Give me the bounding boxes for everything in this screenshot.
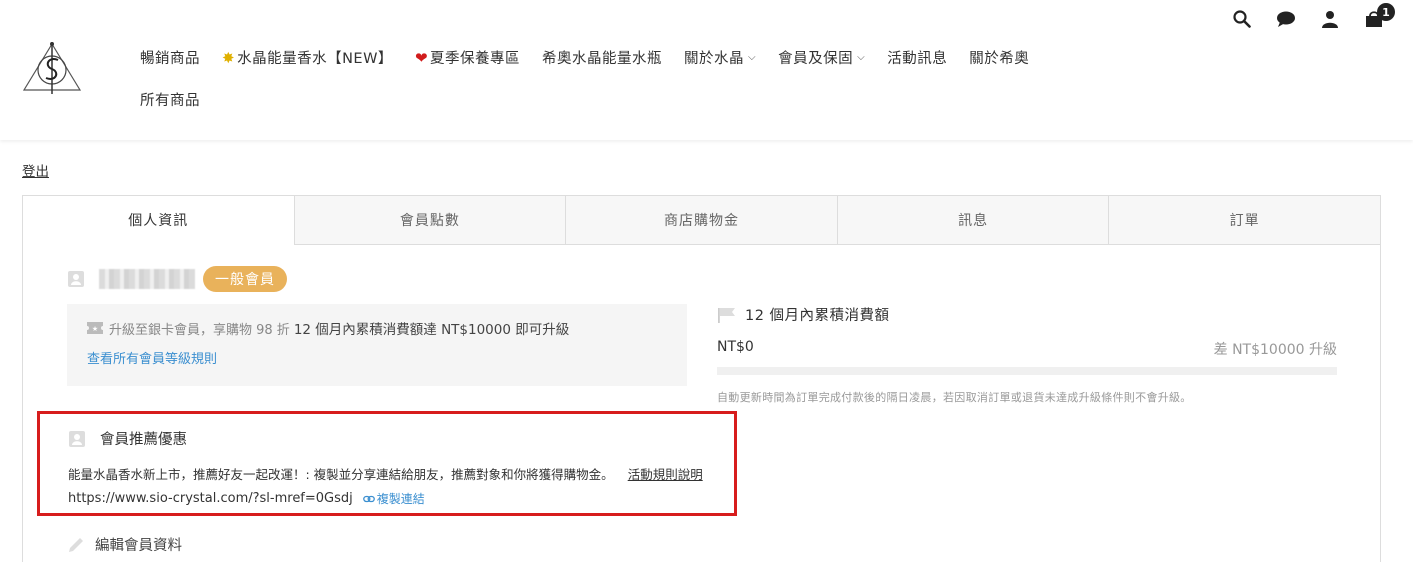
spend-title-row: 12 個月內累積消費額	[717, 304, 1337, 325]
nav-events[interactable]: 活動訊息	[887, 47, 947, 68]
spend-progress-bar	[717, 367, 1337, 375]
sparkle-icon: ✸	[222, 48, 236, 67]
nav-membership[interactable]: 會員及保固 ⌵	[778, 47, 865, 68]
spend-note: 自動更新時間為訂單完成付款後的隔日凌晨，若因取消訂單或退貨未達成升級條件則不會升…	[717, 391, 1192, 404]
member-summary: 一般會員	[67, 266, 287, 292]
referral-title-row: 會員推薦優惠	[68, 428, 706, 449]
edit-profile-row[interactable]: 編輯會員資料	[67, 534, 182, 555]
edit-profile-label: 編輯會員資料	[95, 538, 182, 554]
referral-title: 會員推薦優惠	[100, 432, 187, 448]
user-icon[interactable]	[1319, 8, 1341, 30]
referral-rules-link[interactable]: 活動規則說明	[628, 464, 703, 483]
nav-about-crystal[interactable]: 關於水晶 ⌵	[684, 47, 756, 68]
profile-card-icon	[68, 430, 86, 448]
tab-orders[interactable]: 訂單	[1108, 196, 1380, 245]
nav-label: 活動訊息	[887, 51, 948, 67]
referral-text-row: 能量水晶香水新上市，推薦好友一起改運！: 複製並分享連結給朋友，推薦對象和你將獲…	[68, 464, 706, 483]
tab-messages[interactable]: 訊息	[836, 196, 1109, 245]
spend-values: NT$0 差 NT$10000 升級	[717, 339, 1337, 359]
main-nav: 暢銷商品 ✸ 水晶能量香水【NEW】 ❤ 夏季保養專區 希奧水晶能量水瓶 關於水…	[140, 47, 1051, 68]
nav-bestsellers[interactable]: 暢銷商品	[140, 47, 200, 68]
spend-summary: 12 個月內累積消費額 NT$0 差 NT$10000 升級 自動更新時間為訂單…	[717, 304, 1337, 405]
spend-title: 12 個月內累積消費額	[745, 308, 890, 324]
chat-icon[interactable]	[1275, 8, 1297, 30]
search-icon[interactable]	[1231, 8, 1253, 30]
nav-label: 水晶能量香水【NEW】	[237, 51, 393, 67]
referral-url-row: https://www.sio-crystal.com/?sl-mref=0Gs…	[68, 490, 706, 507]
svg-text:★: ★	[92, 325, 98, 333]
membership-rules-link[interactable]: 查看所有會員等級規則	[87, 348, 667, 367]
nav-perfume[interactable]: ✸ 水晶能量香水【NEW】	[222, 47, 393, 68]
heart-icon: ❤	[414, 48, 429, 67]
cart-icon[interactable]: 1	[1363, 3, 1395, 30]
tab-store-credit[interactable]: 商店購物金	[565, 196, 837, 245]
member-panel: 個人資訊 會員點數 商店購物金 訊息 訂單 一般會員 ★ 升級至銀卡會員，享購物…	[22, 195, 1381, 562]
nav-water-bottle[interactable]: 希奧水晶能量水瓶	[542, 47, 662, 68]
site-header: 暢銷商品 ✸ 水晶能量香水【NEW】 ❤ 夏季保養專區 希奧水晶能量水瓶 關於水…	[0, 0, 1413, 140]
upgrade-benefit: 升級至銀卡會員，享購物 98 折	[109, 322, 290, 338]
referral-description: 能量水晶香水新上市，推薦好友一起改運！: 複製並分享連結給朋友，推薦對象和你將獲…	[68, 467, 614, 482]
tab-points[interactable]: 會員點數	[293, 196, 566, 245]
spend-current: NT$0	[717, 339, 754, 355]
header-actions: 1	[1209, 3, 1395, 30]
nav-label: 夏季保養專區	[430, 51, 521, 67]
referral-section: 會員推薦優惠 能量水晶香水新上市，推薦好友一起改運！: 複製並分享連結給朋友，推…	[37, 411, 737, 516]
nav-label: 關於希奧	[969, 51, 1030, 67]
copy-link-button[interactable]: 複製連結	[362, 490, 425, 507]
upgrade-condition: 12 個月內累積消費額達 NT$10000 即可升級	[293, 322, 570, 338]
chevron-down-icon: ⌵	[748, 52, 757, 63]
link-icon	[362, 494, 375, 504]
nav-all-products[interactable]: 所有商品	[140, 89, 200, 110]
chevron-down-icon: ⌵	[857, 52, 866, 63]
ticket-icon: ★	[87, 322, 103, 334]
flag-icon	[717, 307, 737, 323]
nav-label: 關於水晶	[684, 51, 745, 67]
nav-label: 會員及保固	[778, 51, 854, 67]
pencil-icon	[67, 536, 85, 554]
tab-profile[interactable]: 個人資訊	[23, 196, 294, 245]
cart-count-badge: 1	[1377, 3, 1395, 21]
member-tabs: 個人資訊 會員點數 商店購物金 訊息 訂單	[23, 196, 1380, 245]
nav-label: 所有商品	[140, 93, 200, 109]
member-name-blurred	[99, 269, 195, 289]
site-logo[interactable]	[20, 40, 84, 96]
nav-about-us[interactable]: 關於希奧	[969, 47, 1029, 68]
upgrade-line: ★ 升級至銀卡會員，享購物 98 折 12 個月內累積消費額達 NT$10000…	[87, 318, 667, 338]
nav-summer-care[interactable]: ❤ 夏季保養專區	[415, 47, 520, 68]
nav-label: 希奧水晶能量水瓶	[542, 51, 663, 67]
nav-label: 暢銷商品	[140, 51, 200, 67]
profile-card-icon	[67, 270, 85, 288]
copy-link-label: 複製連結	[376, 492, 425, 506]
logout-link[interactable]: 登出	[22, 160, 49, 180]
upgrade-info-box: ★ 升級至銀卡會員，享購物 98 折 12 個月內累積消費額達 NT$10000…	[67, 304, 687, 386]
main-nav-row2: 所有商品	[140, 89, 222, 110]
referral-url: https://www.sio-crystal.com/?sl-mref=0Gs…	[68, 491, 353, 506]
member-level-badge: 一般會員	[203, 266, 287, 292]
spend-remaining: 差 NT$10000 升級	[1213, 342, 1337, 358]
